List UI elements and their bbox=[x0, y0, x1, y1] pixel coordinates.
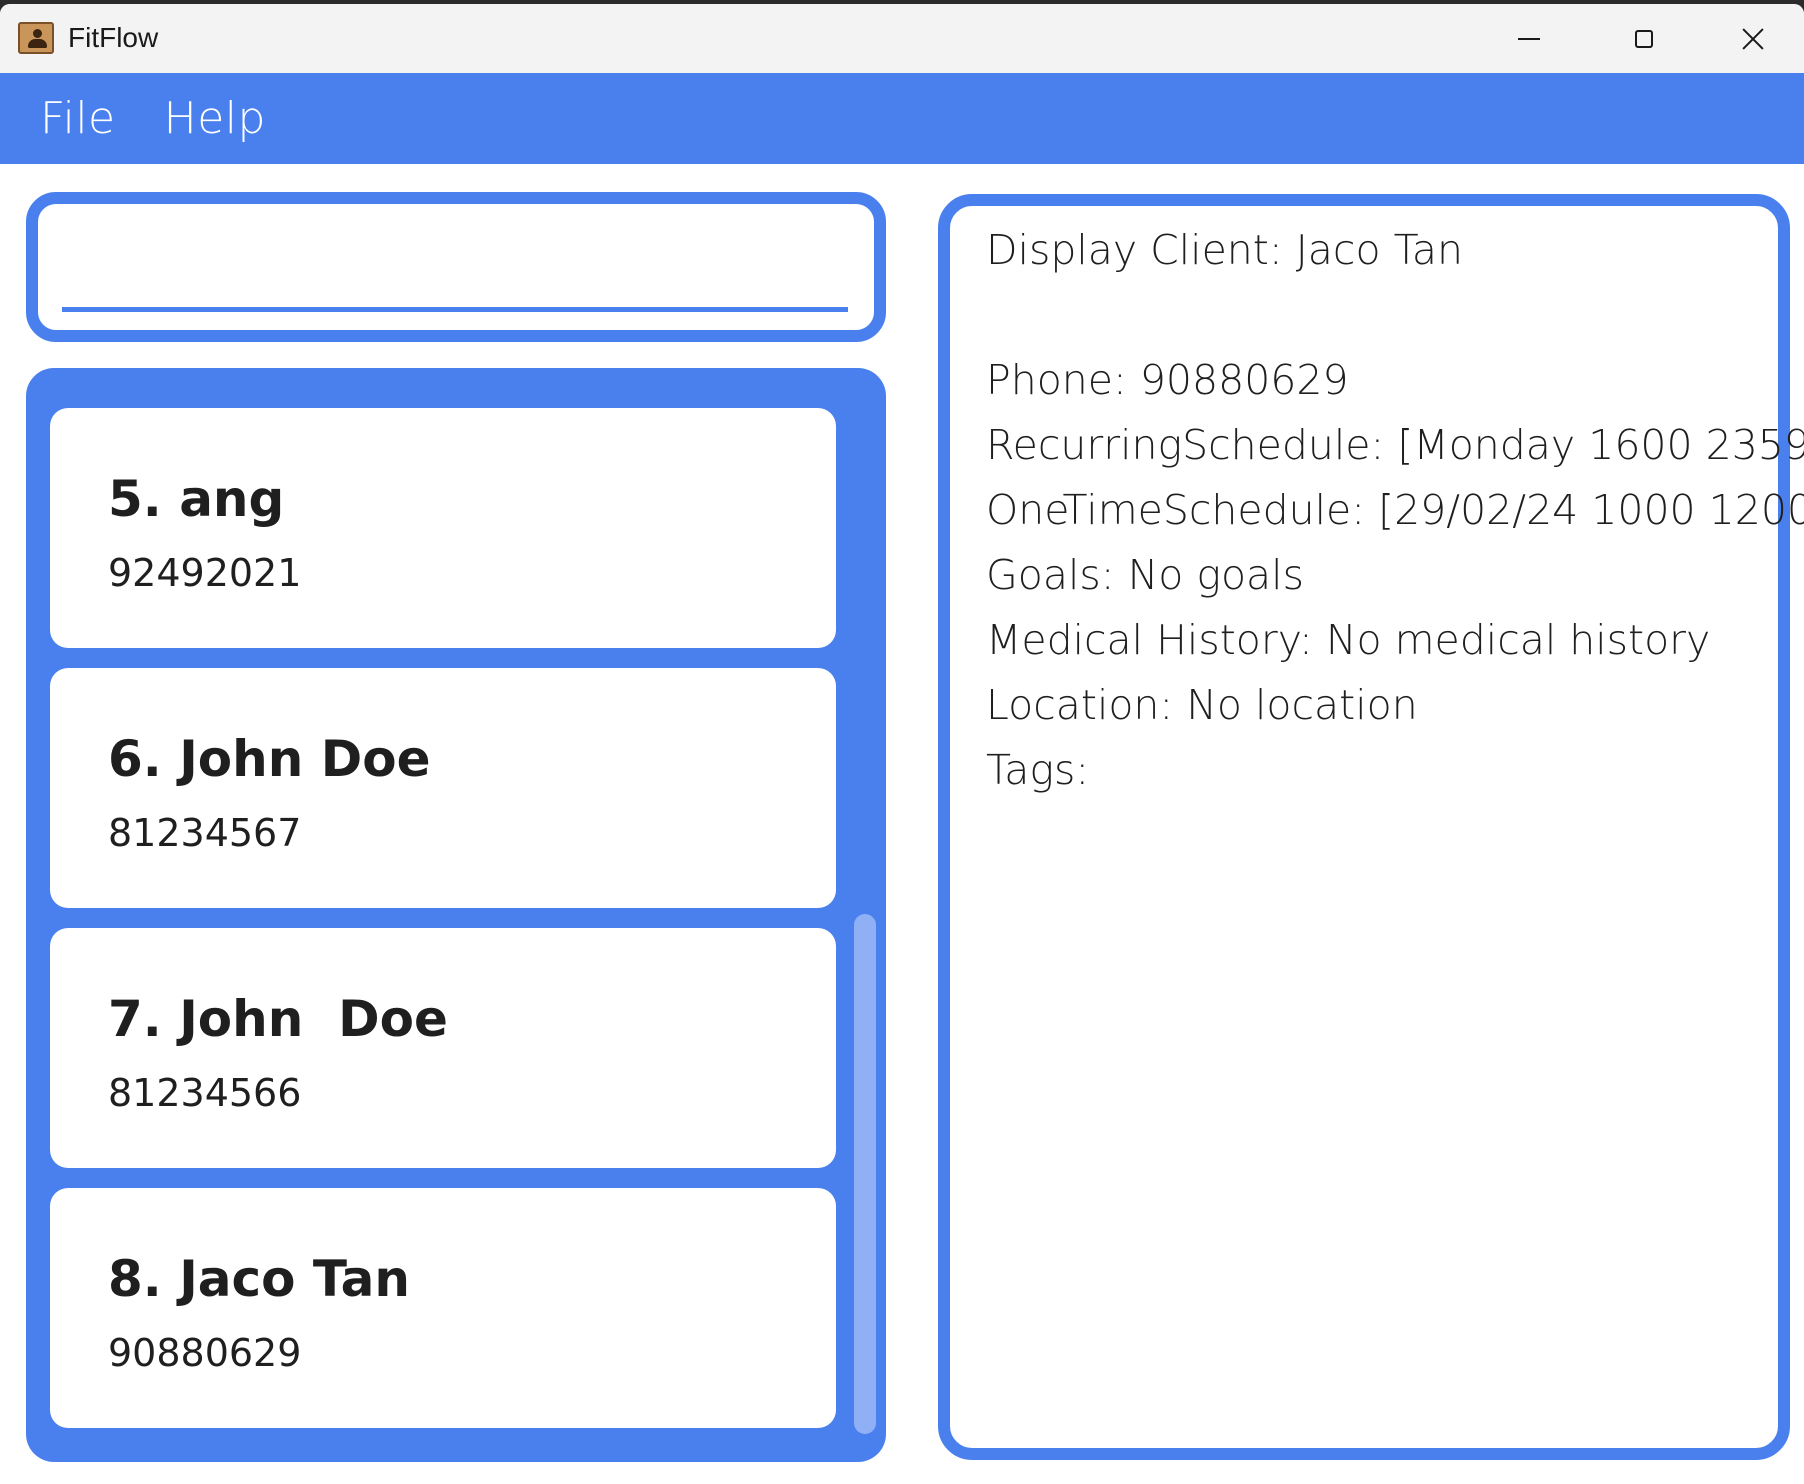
client-name: 6. John Doe bbox=[108, 730, 431, 788]
minimize-icon bbox=[1517, 37, 1540, 40]
detail-header: Display Client: Jaco Tan bbox=[986, 226, 1463, 274]
client-name: 7. John Doe bbox=[108, 990, 448, 1048]
maximize-icon bbox=[1634, 29, 1653, 48]
detail-location: Location: No location bbox=[986, 681, 1418, 729]
client-phone: 90880629 bbox=[108, 1331, 302, 1375]
client-name: 5. ang bbox=[108, 470, 285, 528]
app-window: FitFlow File Help 5. ang 92492021 6. Joh… bbox=[0, 4, 1804, 1484]
menu-bar: File Help bbox=[0, 73, 1804, 164]
client-phone: 81234567 bbox=[108, 811, 302, 855]
client-phone: 81234566 bbox=[108, 1071, 302, 1115]
close-icon bbox=[1741, 27, 1765, 51]
detail-onetime-schedule: OneTimeSchedule: [29/02/24 1000 1200] bbox=[986, 486, 1804, 534]
client-phone: 92492021 bbox=[108, 551, 302, 595]
detail-goals: Goals: No goals bbox=[986, 551, 1304, 599]
address-book-icon bbox=[18, 22, 54, 54]
detail-recurring-schedule: RecurringSchedule: [Monday 1600 2359] bbox=[986, 421, 1804, 469]
command-box bbox=[26, 192, 886, 342]
detail-tags: Tags: bbox=[986, 746, 1090, 794]
scrollbar[interactable] bbox=[850, 368, 878, 1462]
menu-help[interactable]: Help bbox=[164, 93, 266, 144]
window-title: FitFlow bbox=[68, 22, 159, 53]
client-card[interactable]: 5. ang 92492021 bbox=[50, 408, 836, 648]
maximize-button[interactable] bbox=[1586, 4, 1701, 73]
detail-medical-history: Medical History: No medical history bbox=[986, 616, 1711, 664]
client-name: 8. Jaco Tan bbox=[108, 1250, 410, 1308]
detail-phone: Phone: 90880629 bbox=[986, 356, 1349, 404]
client-card[interactable]: 7. John Doe 81234566 bbox=[50, 928, 836, 1168]
client-detail-panel: Display Client: Jaco Tan Phone: 90880629… bbox=[938, 194, 1804, 1460]
minimize-button[interactable] bbox=[1471, 4, 1586, 73]
client-card[interactable]: 6. John Doe 81234567 bbox=[50, 668, 836, 908]
client-list: 5. ang 92492021 6. John Doe 81234567 7. … bbox=[26, 368, 886, 1462]
menu-file[interactable]: File bbox=[40, 93, 116, 144]
scrollbar-thumb[interactable] bbox=[854, 914, 876, 1434]
command-input[interactable] bbox=[62, 218, 848, 312]
client-card[interactable]: 8. Jaco Tan 90880629 bbox=[50, 1188, 836, 1428]
close-button[interactable] bbox=[1701, 4, 1804, 73]
title-bar: FitFlow bbox=[0, 4, 1804, 73]
